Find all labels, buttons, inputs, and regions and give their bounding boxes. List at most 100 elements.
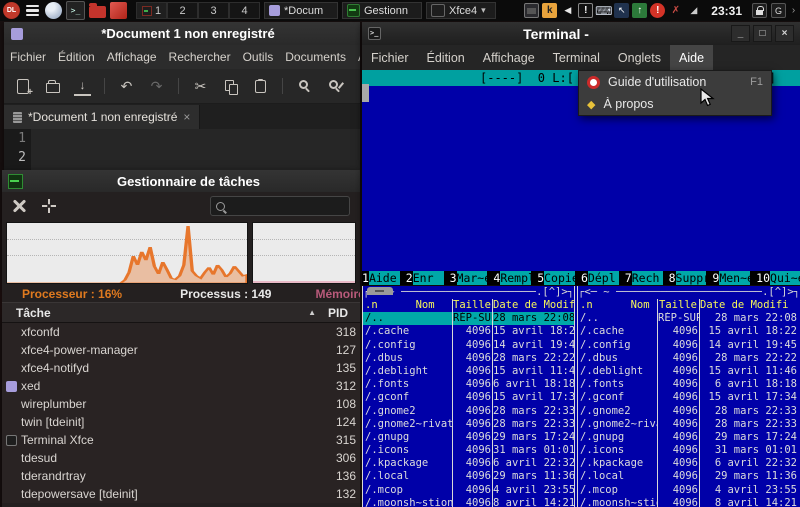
- browser-launcher-icon[interactable]: [45, 2, 62, 19]
- list-item[interactable]: /.dbus 4096 28 mars 22:22: [578, 352, 800, 365]
- search-button[interactable]: [296, 78, 313, 95]
- taskbar-button-terminal[interactable]: Xfce4 ▾: [426, 2, 496, 19]
- list-item[interactable]: /.config 4096 14 avril 19:45: [578, 339, 800, 352]
- volume-tray-icon[interactable]: ◀: [560, 3, 575, 18]
- menu-onglets[interactable]: Onglets: [609, 45, 670, 70]
- cut-button[interactable]: ✂: [192, 78, 209, 95]
- menu-item[interactable]: Outils: [237, 50, 280, 64]
- close-button[interactable]: ×: [775, 25, 794, 42]
- list-item[interactable]: /.mcop 4096 4 avril 23:55: [578, 484, 800, 497]
- list-item[interactable]: /.cache 4096 15 avril 18:22: [363, 325, 574, 338]
- menu-item-about[interactable]: ◆ À propos: [579, 93, 771, 115]
- maximize-button[interactable]: □: [753, 25, 772, 42]
- function-key[interactable]: 6 Dépl: [581, 271, 625, 285]
- app-launcher-icon[interactable]: [110, 2, 127, 19]
- document-tab[interactable]: *Document 1 non enregistré ×: [4, 105, 200, 129]
- list-item[interactable]: /.gnupg 4096 29 mars 17:24: [363, 431, 574, 444]
- pid-column-header[interactable]: PID: [328, 306, 356, 320]
- menu-terminal[interactable]: Terminal: [544, 45, 609, 70]
- redo-button[interactable]: ↷: [148, 78, 165, 95]
- replace-button[interactable]: [326, 78, 343, 95]
- editor-text-area[interactable]: 1 2 deblight.fr.nf deblight.giize.com: [4, 129, 360, 170]
- search-input[interactable]: [230, 199, 334, 213]
- function-key[interactable]: 3 Mar~er: [450, 271, 494, 285]
- task-column-header[interactable]: Tâche ▲: [16, 306, 328, 320]
- lock-icon[interactable]: [752, 3, 767, 18]
- table-row[interactable]: twin [tdeinit] 124: [2, 413, 360, 431]
- table-row[interactable]: xed 312: [2, 377, 360, 395]
- alert-tray-icon[interactable]: !: [578, 3, 593, 18]
- terminal-titlebar[interactable]: >_ Terminal - _ □ ×: [362, 22, 800, 45]
- menu-aide[interactable]: Aide: [670, 45, 713, 70]
- function-key[interactable]: 5 Copier: [537, 271, 581, 285]
- terminal-launcher-icon[interactable]: >_: [66, 1, 85, 20]
- editor-titlebar[interactable]: *Document 1 non enregistré: [4, 22, 360, 45]
- menu-item[interactable]: Rechercher: [163, 50, 237, 64]
- window-tab-handle[interactable]: [367, 287, 393, 295]
- workspace-2[interactable]: 2: [167, 2, 198, 19]
- list-item[interactable]: /.icons 4096 31 mars 01:01: [578, 444, 800, 457]
- file-manager-launcher-icon[interactable]: [89, 6, 106, 18]
- list-item[interactable]: /.kpackage 4096 6 avril 22:32: [363, 457, 574, 470]
- list-item[interactable]: /.dbus 4096 28 mars 22:22: [363, 352, 574, 365]
- list-item[interactable]: /.fonts 4096 6 avril 18:18: [578, 378, 800, 391]
- menu-item[interactable]: Fichier: [4, 50, 52, 64]
- menu-fichier[interactable]: Fichier: [362, 45, 418, 70]
- workspace-3[interactable]: 3: [198, 2, 229, 19]
- clock[interactable]: 23:31: [711, 4, 742, 18]
- keyboard-tray-icon[interactable]: ⌨: [596, 3, 611, 18]
- copy-button[interactable]: [222, 78, 239, 95]
- table-row[interactable]: Terminal Xfce 315: [2, 431, 360, 449]
- list-item[interactable]: /.gconf 4096 15 avril 17:34: [578, 391, 800, 404]
- list-item[interactable]: /.gconf 4096 15 avril 17:34: [363, 391, 574, 404]
- menu-item[interactable]: Aide: [352, 50, 360, 64]
- table-row[interactable]: xfconfd 318: [2, 323, 360, 341]
- list-item[interactable]: /.mcop 4096 4 avril 23:55: [363, 484, 574, 497]
- function-key[interactable]: 1 Aide: [362, 271, 406, 285]
- menu-edition[interactable]: Édition: [418, 45, 474, 70]
- applications-menu-icon[interactable]: [24, 2, 41, 19]
- list-item[interactable]: /.config 4096 14 avril 19:45: [363, 339, 574, 352]
- table-row[interactable]: xfce4-notifyd 135: [2, 359, 360, 377]
- function-key[interactable]: 2 Enr: [406, 271, 450, 285]
- list-item[interactable]: /.cache 4096 15 avril 18:22: [578, 325, 800, 338]
- list-item[interactable]: /.gnome2 4096 28 mars 22:33: [363, 405, 574, 418]
- list-item[interactable]: /.gnupg 4096 29 mars 17:24: [578, 431, 800, 444]
- list-item[interactable]: /.kpackage 4096 6 avril 22:32: [578, 457, 800, 470]
- menu-item[interactable]: Documents: [279, 50, 352, 64]
- screenshot-tray-icon[interactable]: ↖: [614, 3, 629, 18]
- editor-code[interactable]: deblight.fr.nf deblight.giize.com: [31, 129, 178, 170]
- list-item[interactable]: /.. RÉP-SUP 28 mars 22:08: [578, 312, 800, 325]
- list-item[interactable]: /.moonsh~stions 4096 8 avril 14:21: [363, 497, 574, 507]
- paste-button[interactable]: [252, 78, 269, 95]
- klipper-tray-icon[interactable]: k: [542, 3, 557, 18]
- function-key[interactable]: 8 Suppr: [669, 271, 713, 285]
- table-row[interactable]: tderandrtray 136: [2, 467, 360, 485]
- menu-item[interactable]: Édition: [52, 50, 101, 64]
- list-item[interactable]: /.gnome2 4096 28 mars 22:33: [578, 405, 800, 418]
- table-row[interactable]: wireplumber 108: [2, 395, 360, 413]
- list-item[interactable]: /.gnome2~rivate 4096 28 mars 22:33: [578, 418, 800, 431]
- scrollbar[interactable]: [362, 84, 369, 102]
- list-item[interactable]: /.gnome2~rivate 4096 28 mars 22:33: [363, 418, 574, 431]
- list-item[interactable]: /.local 4096 29 mars 11:36: [363, 470, 574, 483]
- process-search-box[interactable]: [210, 196, 350, 216]
- workspace-4[interactable]: 4: [229, 2, 260, 19]
- mc-updir-button[interactable]: .[^]>┐: [762, 286, 800, 299]
- list-item[interactable]: /.. RÉP-SUP 28 mars 22:08: [363, 312, 574, 325]
- save-button[interactable]: ↓: [74, 76, 91, 96]
- table-row[interactable]: xfce4-power-manager 127: [2, 341, 360, 359]
- minimize-button[interactable]: _: [731, 25, 750, 42]
- menu-item[interactable]: Affichage: [101, 50, 163, 64]
- workspace-1[interactable]: 1: [136, 2, 167, 19]
- function-key[interactable]: 9 Men~ér: [712, 271, 756, 285]
- display-tray-icon[interactable]: [524, 3, 539, 18]
- list-item[interactable]: /.local 4096 29 mars 11:36: [578, 470, 800, 483]
- open-button[interactable]: [44, 78, 61, 95]
- g-applet-icon[interactable]: G: [771, 3, 786, 18]
- list-item[interactable]: /.deblight 4096 15 avril 11:46: [363, 365, 574, 378]
- list-item[interactable]: /.icons 4096 31 mars 01:01: [363, 444, 574, 457]
- list-item[interactable]: /.deblight 4096 15 avril 11:46: [578, 365, 800, 378]
- table-row[interactable]: tdepowersave [tdeinit] 132: [2, 485, 360, 503]
- table-row[interactable]: tdesud 306: [2, 449, 360, 467]
